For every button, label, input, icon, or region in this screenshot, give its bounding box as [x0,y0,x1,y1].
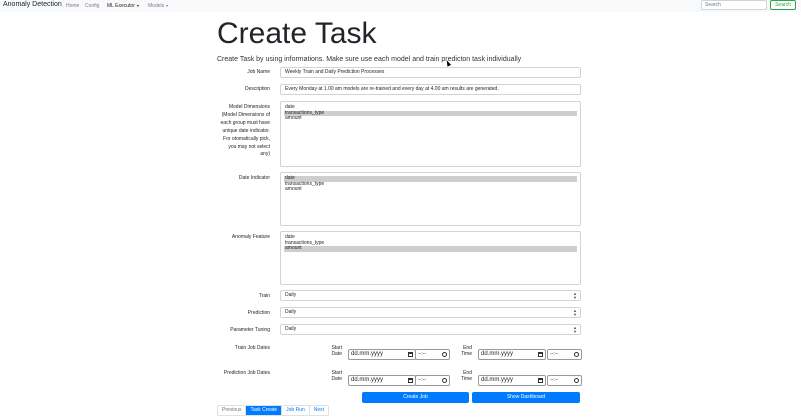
clock-icon[interactable] [442,352,447,357]
train-end-time-label: End Time [461,345,472,357]
clock-icon[interactable] [442,378,447,383]
clock-icon[interactable] [574,352,579,357]
job-name-label: Job Name [247,69,270,75]
parameter-tuning-label: Parameter Tuning [230,327,270,333]
page-previous[interactable]: Previous [218,406,247,415]
date-placeholder: dd.mm.yyyy [481,351,514,357]
page-task-create[interactable]: Task Create [246,406,283,415]
train-label: Train [258,293,270,299]
date-placeholder: dd.mm.yyyy [351,351,384,357]
show-dashboard-button[interactable]: Show Dashboard [472,392,580,403]
search-input[interactable]: Search [701,0,767,10]
prediction-start-date-label: Start Date [331,370,342,382]
model-dimensions-select[interactable]: date transactions_type amount [280,101,581,167]
page-job-run[interactable]: Job Run [282,406,310,415]
job-name-input[interactable]: Weekly Train and Daily Prediction Proces… [280,67,581,78]
prediction-job-dates-label: Prediction Job Dates [223,370,270,376]
calendar-icon[interactable] [408,378,413,383]
train-select[interactable]: Daily ▲ ▼ [280,290,581,301]
chevron-down-icon [166,4,169,7]
create-job-button[interactable]: Create Job [362,392,469,403]
train-select-value: Daily [285,292,297,298]
option-amount[interactable]: amount [284,246,577,252]
page-title: Create Task [217,17,377,50]
calendar-icon[interactable] [538,378,543,383]
time-placeholder: --:-- [418,377,427,383]
time-placeholder: --:-- [550,351,559,357]
chevron-updown-icon: ▲ ▼ [573,308,577,317]
train-end-date-input[interactable]: dd.mm.yyyy [478,349,546,360]
prediction-start-date-input[interactable]: dd.mm.yyyy [348,375,416,386]
train-start-date-label: Start Date [331,345,342,357]
train-end-time-input[interactable]: --:-- [547,349,582,360]
nav-ml-executor-label: ML Executor [107,3,135,9]
clock-icon[interactable] [574,378,579,383]
page-lead: Create Task by using informations. Make … [217,56,522,63]
date-placeholder: dd.mm.yyyy [481,377,514,383]
anomaly-feature-select[interactable]: date transactions_type amount [280,231,581,285]
date-placeholder: dd.mm.yyyy [351,377,384,383]
prediction-end-date-input[interactable]: dd.mm.yyyy [478,375,546,386]
prediction-end-time-input[interactable]: --:-- [547,375,582,386]
option-amount[interactable]: amount [284,116,577,122]
time-placeholder: --:-- [550,377,559,383]
prediction-select-value: Daily [285,309,297,315]
time-placeholder: --:-- [418,351,427,357]
parameter-tuning-select[interactable]: Daily ▲ ▼ [280,324,581,335]
description-label: Description [244,86,270,92]
prediction-end-time-label: End Time [461,370,472,382]
chevron-updown-icon: ▲ ▼ [573,291,577,300]
page-next[interactable]: Next [310,406,328,415]
chevron-down-icon [136,4,139,7]
pagination: Previous Task Create Job Run Next [217,405,330,416]
calendar-icon[interactable] [408,352,413,357]
chevron-updown-icon: ▲ ▼ [573,325,577,334]
nav-models-label: Models [148,3,165,9]
train-job-dates-label: Train Job Dates [234,345,270,351]
nav-ml-executor[interactable]: ML Executor [107,3,139,9]
nav-models[interactable]: Models [148,3,169,9]
prediction-select[interactable]: Daily ▲ ▼ [280,307,581,318]
prediction-label: Prediction [247,310,270,316]
parameter-tuning-select-value: Daily [285,326,297,332]
calendar-icon[interactable] [538,352,543,357]
nav-home[interactable]: Home [66,3,79,9]
date-indicator-label: Date Indicator [238,175,270,181]
search-button[interactable]: Search [770,0,796,10]
train-start-date-input[interactable]: dd.mm.yyyy [348,349,416,360]
navbar: Anomaly Detection Home Config ML Executo… [0,0,801,12]
nav-config[interactable]: Config [85,3,99,9]
description-input[interactable]: Every Monday at 1.00 am models are re-tr… [280,84,581,95]
brand-logo-text[interactable]: Anomaly Detection [3,1,62,8]
date-indicator-select[interactable]: date transactions_type amount [280,172,581,226]
option-amount[interactable]: amount [284,187,577,193]
model-dimensions-label: Model Dimensions (Model Dimensions of ea… [220,104,270,158]
train-start-time-input[interactable]: --:-- [415,349,450,360]
prediction-start-time-input[interactable]: --:-- [415,375,450,386]
anomaly-feature-label: Anomaly Feature [231,234,270,240]
